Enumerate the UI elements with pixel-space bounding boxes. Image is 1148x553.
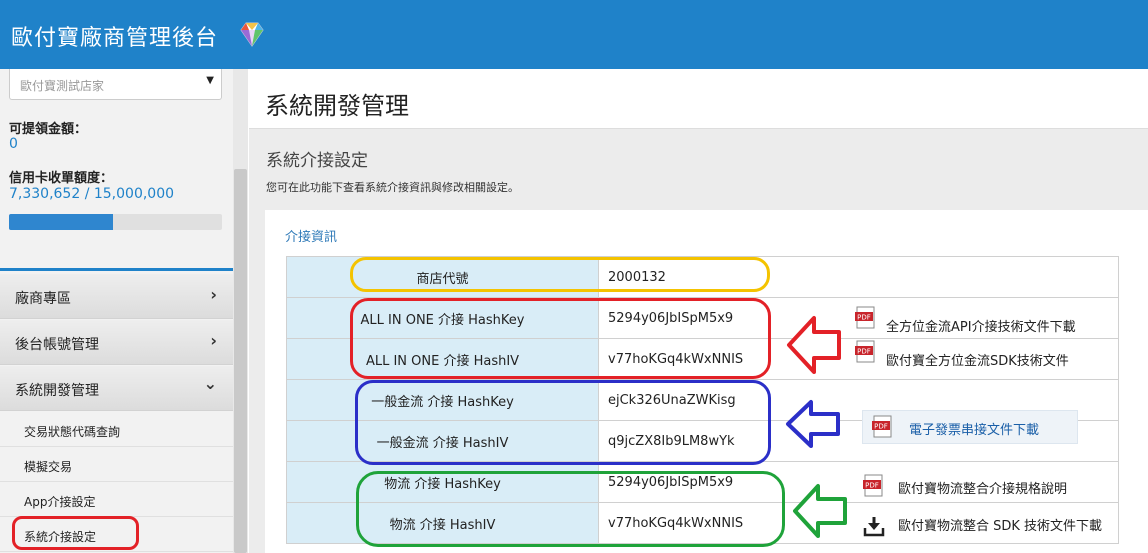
page-header: 系統開發管理 xyxy=(249,69,1148,129)
top-header: 歐付寶廠商管理後台 xyxy=(0,0,1148,69)
doc-link-text: 歐付寶全方位金流SDK技術文件 xyxy=(886,354,1069,369)
section-title: 系統介接設定 xyxy=(266,151,368,171)
allinone-api-doc-link[interactable]: PDF 全方位金流API介接技術文件下載 xyxy=(854,306,1104,335)
arrow-left-green-icon xyxy=(793,484,847,538)
chevron-right-icon: › xyxy=(210,331,217,350)
pdf-badge: PDF xyxy=(857,348,871,356)
einvoice-doc-link[interactable]: PDF 電子發票串接文件下載 xyxy=(862,410,1078,444)
download-icon xyxy=(863,517,885,537)
pdf-icon: PDF xyxy=(872,415,892,438)
store-select-value: 歐付寶測試店家 xyxy=(20,79,105,93)
doc-link-text: 歐付寶物流整合介接規格說明 xyxy=(898,482,1068,497)
submenu-transaction-codes[interactable]: 交易狀態代碼查詢 xyxy=(0,412,233,447)
credit-limit-label: 信用卡收單額度： xyxy=(9,171,114,186)
pdf-icon: PDF xyxy=(855,306,875,329)
credit-limit-value: 7,330,652 / 15,000,000 xyxy=(9,186,175,202)
doc-link-text: 全方位金流API介接技術文件下載 xyxy=(886,320,1076,335)
credit-progress-bar xyxy=(9,214,222,230)
chevron-down-icon: ⌄ xyxy=(203,374,217,393)
submenu-app-integration[interactable]: App介接設定 xyxy=(0,482,233,517)
sidebar-scrollbar[interactable] xyxy=(233,69,248,553)
doc-link-text: 歐付寶物流整合 SDK 技術文件下載 xyxy=(898,519,1103,534)
menu-vendor-area[interactable]: 廠商專區 › xyxy=(0,274,233,319)
page-title: 系統開發管理 xyxy=(265,92,409,120)
logistics-sdk-doc-link[interactable]: 歐付寶物流整合 SDK 技術文件下載 xyxy=(862,514,1146,540)
menu-account-management[interactable]: 後台帳號管理 › xyxy=(0,320,233,365)
sidebar-divider xyxy=(0,268,233,271)
withdrawable-value: 0 xyxy=(9,136,18,152)
arrow-left-red-icon xyxy=(787,316,841,374)
section-description: 您可在此功能下查看系統介接資訊與修改相關設定。 xyxy=(266,181,519,194)
highlight-circle-red xyxy=(12,516,139,550)
logistics-spec-doc-link[interactable]: PDF 歐付寶物流整合介接規格說明 xyxy=(862,474,1112,500)
chevron-right-icon: › xyxy=(210,285,217,304)
arrow-left-blue-icon xyxy=(786,400,840,448)
highlight-circle-blue xyxy=(355,380,771,465)
withdrawable-label: 可提領金額： xyxy=(9,122,88,137)
caret-down-icon: ▼ xyxy=(206,75,214,86)
submenu-label: 交易狀態代碼查詢 xyxy=(24,425,121,439)
pdf-badge: PDF xyxy=(865,482,879,490)
menu-system-development[interactable]: 系統開發管理 ⌄ xyxy=(0,366,233,411)
app-title: 歐付寶廠商管理後台 xyxy=(11,26,219,51)
store-select[interactable]: 歐付寶測試店家 ▼ xyxy=(9,69,222,100)
pdf-badge: PDF xyxy=(857,314,871,322)
panel-title: 介接資訊 xyxy=(285,230,338,245)
submenu-label: App介接設定 xyxy=(24,495,96,509)
scrollbar-thumb[interactable] xyxy=(234,169,247,553)
doc-link-text: 電子發票串接文件下載 xyxy=(909,423,1040,438)
pdf-icon: PDF xyxy=(855,340,875,363)
submenu-label: 模擬交易 xyxy=(24,460,73,474)
menu-label: 後台帳號管理 xyxy=(15,337,99,353)
pdf-icon: PDF xyxy=(863,474,883,497)
allinone-sdk-doc-link[interactable]: PDF 歐付寶全方位金流SDK技術文件 xyxy=(854,340,1104,369)
highlight-circle-yellow xyxy=(350,257,770,292)
highlight-circle-red xyxy=(350,298,771,379)
menu-label: 系統開發管理 xyxy=(15,383,99,399)
menu-label: 廠商專區 xyxy=(15,291,71,307)
submenu-simulate-transaction[interactable]: 模擬交易 xyxy=(0,447,233,482)
pdf-badge: PDF xyxy=(874,423,888,431)
highlight-circle-green xyxy=(356,471,785,547)
diamond-icon xyxy=(240,22,264,47)
credit-progress-fill xyxy=(9,214,114,230)
